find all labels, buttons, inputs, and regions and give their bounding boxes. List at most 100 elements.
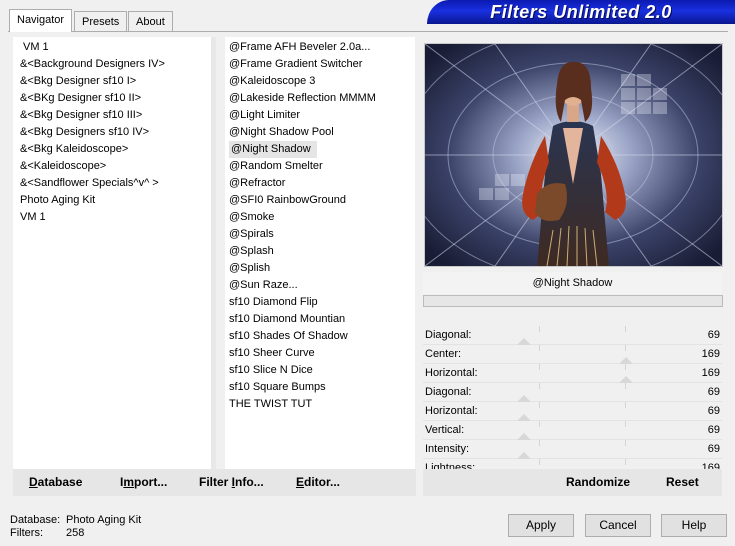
category-item[interactable]: &<Bkg Kaleidoscope>: [13, 141, 211, 158]
slider-tick: [625, 421, 626, 427]
slider-row[interactable]: Intensity: 69: [423, 440, 722, 459]
slider-tick: [625, 440, 626, 446]
apply-button[interactable]: Apply: [508, 514, 574, 537]
filter-item-label: @Smoke: [229, 211, 275, 223]
slider-tick: [539, 364, 540, 370]
tab-navigator[interactable]: Navigator: [9, 9, 73, 32]
filter-info-button[interactable]: Filter Info...: [199, 473, 264, 491]
help-button[interactable]: Help: [661, 514, 727, 537]
slider-row[interactable]: Diagonal: 69: [423, 383, 722, 402]
category-item[interactable]: &<Kaleidoscope>: [13, 158, 211, 175]
filter-item[interactable]: sf10 Shades Of Shadow: [225, 328, 415, 345]
slider-tick: [625, 326, 626, 332]
slider-thumb[interactable]: [618, 376, 633, 383]
slider-label: Diagonal:: [425, 386, 472, 398]
filter-item[interactable]: sf10 Diamond Mountian: [225, 311, 415, 328]
slider-value: 69: [707, 424, 720, 436]
category-item[interactable]: VM 1: [13, 39, 211, 56]
slider-label: Center:: [425, 348, 462, 360]
filter-item[interactable]: @Smoke: [225, 209, 415, 226]
status-filters-label: Filters:: [10, 527, 43, 539]
filter-item[interactable]: @Refractor: [225, 175, 415, 192]
database-button[interactable]: Database: [29, 473, 82, 491]
category-item[interactable]: &<Background Designers IV>: [13, 56, 211, 73]
slider-tick: [625, 402, 626, 408]
import-button[interactable]: Import...: [120, 473, 167, 491]
slider-row[interactable]: Horizontal: 69: [423, 402, 722, 421]
filter-item-selected[interactable]: @Night Shadow: [225, 141, 415, 158]
slider-value: 169: [701, 348, 720, 360]
slider-row[interactable]: Vertical: 69: [423, 421, 722, 440]
list-splitter[interactable]: [211, 37, 216, 469]
filter-item[interactable]: sf10 Diamond Flip: [225, 294, 415, 311]
filter-item[interactable]: @Light Limiter: [225, 107, 415, 124]
reset-button[interactable]: Reset: [666, 473, 699, 491]
slider-thumb[interactable]: [516, 433, 531, 440]
filter-item-label: THE TWIST TUT: [229, 398, 313, 410]
filter-item-label: sf10 Sheer Curve: [229, 347, 315, 359]
filter-item[interactable]: @Splish: [225, 260, 415, 277]
slider-row[interactable]: Diagonal: 69: [423, 326, 722, 345]
category-item[interactable]: &<Sandflower Specials^v^ >: [13, 175, 211, 192]
slider-thumb[interactable]: [618, 357, 633, 364]
editor-button[interactable]: Editor...: [296, 473, 340, 491]
slider-thumb[interactable]: [516, 395, 531, 402]
category-item[interactable]: &<Bkg Designer sf10 III>: [13, 107, 211, 124]
slider-label: Horizontal:: [425, 405, 478, 417]
preview-panel: [402, 29, 735, 281]
filter-item-label: @Spirals: [229, 228, 274, 240]
slider-row[interactable]: Horizontal: 169: [423, 364, 722, 383]
filter-item[interactable]: sf10 Slice N Dice: [225, 362, 415, 379]
filter-item-label: @Night Shadow Pool: [229, 126, 334, 138]
filter-item[interactable]: sf10 Square Bumps: [225, 379, 415, 396]
category-item[interactable]: &<Bkg Designer sf10 I>: [13, 73, 211, 90]
filter-item-label: sf10 Diamond Mountian: [229, 313, 346, 325]
filter-list[interactable]: @Frame AFH Beveler 2.0a... @Frame Gradien…: [225, 37, 415, 469]
filter-item-label: @Splish: [229, 262, 271, 274]
tab-about[interactable]: About: [128, 11, 173, 31]
filter-item[interactable]: @SFI0 RainbowGround: [225, 192, 415, 209]
slider-tick: [539, 459, 540, 465]
slider-thumb[interactable]: [516, 452, 531, 459]
slider-row[interactable]: Center: 169: [423, 345, 722, 364]
filter-item-label: @Frame Gradient Switcher: [229, 58, 363, 70]
slider-thumb[interactable]: [516, 414, 531, 421]
slider-tick: [625, 345, 626, 351]
filter-item[interactable]: sf10 Sheer Curve: [225, 345, 415, 362]
filter-item[interactable]: @Sun Raze...: [225, 277, 415, 294]
filter-item[interactable]: @Frame AFH Beveler 2.0a...: [225, 39, 415, 56]
filter-item-label: @Night Shadow: [229, 141, 317, 158]
randomize-button[interactable]: Randomize: [566, 473, 630, 491]
category-item[interactable]: &<Bkg Designers sf10 IV>: [13, 124, 211, 141]
slider-label: Intensity:: [425, 443, 470, 455]
filter-item[interactable]: @Spirals: [225, 226, 415, 243]
slider-panel[interactable]: Diagonal: 69 Center: 169 Horizontal: 169 Diago…: [423, 326, 722, 478]
category-item[interactable]: Photo Aging Kit: [13, 192, 211, 209]
category-item[interactable]: &<BKg Designer sf10 II>: [13, 90, 211, 107]
filter-item[interactable]: THE TWIST TUT: [225, 396, 415, 413]
slider-value: 169: [701, 367, 720, 379]
filter-item[interactable]: @Splash: [225, 243, 415, 260]
slider-tick: [625, 364, 626, 370]
slider-thumb[interactable]: [516, 338, 531, 345]
filter-item-label: @Random Smelter: [229, 160, 323, 172]
filter-item[interactable]: @Random Smelter: [225, 158, 415, 175]
slider-value: 69: [707, 443, 720, 455]
filter-item-label: @Sun Raze...: [229, 279, 298, 291]
filter-item[interactable]: @Kaleidoscope 3: [225, 73, 415, 90]
tab-presets[interactable]: Presets: [74, 11, 128, 31]
slider-tick: [539, 402, 540, 408]
cancel-button[interactable]: Cancel: [585, 514, 651, 537]
left-button-bar: Database Import... Filter Info... Editor…: [13, 469, 416, 496]
preview-image: [402, 29, 735, 281]
category-list[interactable]: VM 1 &<Background Designers IV> &<Bkg Desi…: [13, 37, 211, 469]
filter-item[interactable]: @Night Shadow Pool: [225, 124, 415, 141]
category-item[interactable]: VM 1: [13, 209, 211, 226]
slider-tick: [625, 459, 626, 465]
filter-item-label: @Kaleidoscope 3: [229, 75, 316, 87]
status-filters-value: 258: [66, 527, 85, 539]
filter-item[interactable]: @Lakeside Reflection MMMM: [225, 90, 415, 107]
filter-item[interactable]: @Frame Gradient Switcher: [225, 56, 415, 73]
filter-item-label: @Lakeside Reflection MMMM: [229, 92, 376, 104]
app-banner: Filters Unlimited 2.0: [427, 0, 735, 24]
